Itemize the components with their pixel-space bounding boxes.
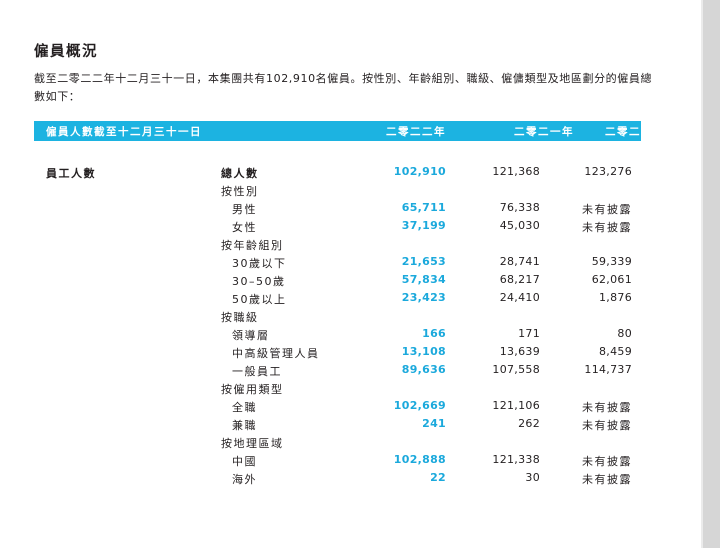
table-row: 中高級管理人員 13,108 13,639 8,459 (0, 345, 720, 363)
table-row: 海外 22 30 未有披露 (0, 471, 720, 489)
table-header-bar: 僱員人數截至十二月三十一日 二零二二年 二零二一年 二零二零年^ (34, 121, 670, 141)
row-label: 50歲以上 (232, 293, 287, 306)
table-row: 50歲以上 23,423 24,410 1,876 (0, 291, 720, 309)
row-label: 一般員工 (232, 365, 282, 378)
header-year-2020-text: 二零二零年 (604, 126, 665, 138)
value-2020: 62,061 (591, 273, 632, 286)
row-label: 中高級管理人員 (232, 347, 320, 360)
row-label: 女性 (232, 221, 257, 234)
table-row: 全職 102,669 121,106 未有披露 (0, 399, 720, 417)
header-year-2020-footnote-mark: ^ (664, 125, 670, 133)
row-label: 男性 (232, 203, 257, 216)
row-category-label: 按年齡組別 (221, 239, 284, 252)
row-category-label: 按性別 (221, 185, 259, 198)
value-2020: 未有披露 (582, 419, 632, 432)
header-year-2020: 二零二零年^ (560, 124, 670, 139)
row-label: 總人數 (221, 167, 259, 180)
header-year-2022: 二零二二年 (386, 126, 446, 138)
row-category-label: 按地理區域 (221, 437, 284, 450)
table-row: 30歲以下 21,653 28,741 59,339 (0, 255, 720, 273)
row-label: 全職 (232, 401, 257, 414)
table-row: 總人數 102,910 121,368 123,276 (0, 165, 720, 183)
table-row: 兼職 241 262 未有披露 (0, 417, 720, 435)
value-2020: 80 (617, 327, 632, 340)
intro-paragraph: 截至二零二二年十二月三十一日，本集團共有102,910名僱員。按性別、年齡組別、… (34, 72, 653, 103)
table-row: 領導層 166 171 80 (0, 327, 720, 345)
value-2020: 59,339 (591, 255, 632, 268)
header-year-2021: 二零二一年 (514, 126, 574, 138)
value-2020: 123,276 (584, 165, 632, 178)
table-row: 按職級 (0, 309, 720, 327)
row-label: 兼職 (232, 419, 257, 432)
table-row: 按僱用類型 (0, 381, 720, 399)
row-label: 海外 (232, 473, 257, 486)
row-label: 領導層 (232, 329, 270, 342)
header-label: 僱員人數截至十二月三十一日 (46, 126, 202, 138)
value-2020: 8,459 (599, 345, 632, 358)
value-2020: 未有披露 (582, 221, 632, 234)
table-row: 按地理區域 (0, 435, 720, 453)
table-row: 男性 65,711 76,338 未有披露 (0, 201, 720, 219)
row-category-label: 按僱用類型 (221, 383, 284, 396)
section-title: 僱員概況 (34, 44, 98, 60)
row-category-label: 按職級 (221, 311, 259, 324)
table-row: 按年齡組別 (0, 237, 720, 255)
table-row: 中國 102,888 121,338 未有披露 (0, 453, 720, 471)
row-label: 30歲以下 (232, 257, 287, 270)
value-2020: 114,737 (584, 363, 632, 376)
row-label: 30–50歲 (232, 275, 286, 288)
table-row: 30–50歲 57,834 68,217 62,061 (0, 273, 720, 291)
table-row: 女性 37,199 45,030 未有披露 (0, 219, 720, 237)
value-2020: 未有披露 (582, 203, 632, 216)
row-label: 中國 (232, 455, 257, 468)
value-2020: 未有披露 (582, 473, 632, 486)
table-row: 一般員工 89,636 107,558 114,737 (0, 363, 720, 381)
value-2020: 1,876 (599, 291, 632, 304)
table-row: 按性別 (0, 183, 720, 201)
value-2020: 未有披露 (582, 401, 632, 414)
value-2020: 未有披露 (582, 455, 632, 468)
